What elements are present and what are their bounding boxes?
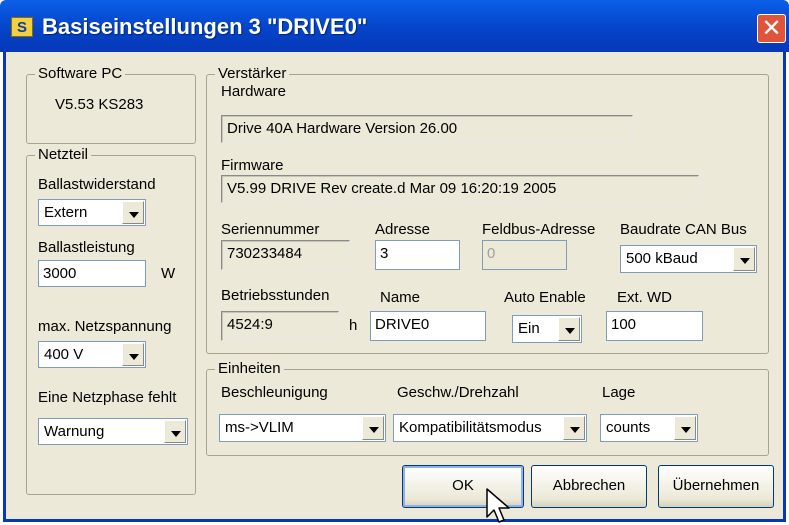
netzteil-title: Netzteil (35, 146, 92, 163)
auto-enable-value: Ein (518, 320, 540, 337)
chevron-down-icon[interactable] (122, 201, 144, 224)
baudrate-value: 500 kBaud (626, 250, 698, 267)
feldbus-label: Feldbus-Adresse (482, 221, 596, 238)
chevron-down-icon[interactable] (558, 317, 580, 341)
close-icon: ✕ (761, 14, 782, 42)
netzphase-label: Eine Netzphase fehlt (38, 389, 177, 406)
lage-select[interactable]: counts (600, 414, 698, 442)
mouse-cursor-icon (486, 488, 510, 523)
app-icon: S (11, 17, 33, 37)
ballastleistung-input[interactable]: 3000 (38, 260, 146, 287)
dialog-body: Software PC V5.53 KS283 Netzteil Ballast… (3, 52, 786, 522)
beschleunigung-select[interactable]: ms->VLIM (219, 414, 386, 442)
hardware-label: Hardware (221, 83, 287, 100)
netzphase-value: Warnung (44, 423, 105, 440)
betriebsstunden-label: Betriebsstunden (221, 287, 330, 304)
window-title: Basiseinstellungen 3 "DRIVE0" (42, 14, 368, 39)
chevron-down-icon[interactable] (164, 420, 186, 443)
baudrate-label: Baudrate CAN Bus (620, 221, 747, 238)
netzteil-group: Netzteil Ballastwiderstand Extern Ballas… (26, 146, 196, 495)
auto-enable-select[interactable]: Ein (512, 315, 582, 343)
ext-wd-label: Ext. WD (617, 289, 672, 306)
ballastwiderstand-select[interactable]: Extern (38, 199, 146, 226)
software-pc-group: Software PC V5.53 KS283 (26, 65, 196, 144)
einheiten-group: Einheiten Beschleunigung ms->VLIM Geschw… (206, 360, 769, 456)
verstaerker-group: Verstärker Hardware Drive 40A Hardware V… (206, 65, 769, 354)
lage-value: counts (606, 419, 651, 436)
betriebsstunden-unit: h (349, 317, 358, 334)
feldbus-input[interactable]: 0 (482, 240, 567, 270)
name-input[interactable]: DRIVE0 (370, 311, 486, 341)
uebernehmen-button[interactable]: Übernehmen (658, 465, 774, 508)
beschleunigung-value: ms->VLIM (225, 419, 294, 436)
seriennummer-value: 730233484 (221, 240, 350, 270)
adresse-label: Adresse (375, 221, 431, 238)
software-version: V5.53 KS283 (55, 96, 144, 113)
geschw-label: Geschw./Drehzahl (397, 384, 519, 401)
firmware-value: V5.99 DRIVE Rev create.d Mar 09 16:20:19… (221, 175, 699, 203)
dialog-window: S Basiseinstellungen 3 "DRIVE0" ✕ Softwa… (0, 0, 789, 525)
ballastleistung-label: Ballastleistung (38, 239, 135, 256)
chevron-down-icon[interactable] (122, 343, 144, 366)
title-bar[interactable]: S Basiseinstellungen 3 "DRIVE0" ✕ (0, 0, 789, 52)
adresse-input[interactable]: 3 (375, 240, 460, 270)
verstaerker-title: Verstärker (215, 65, 290, 82)
hardware-value: Drive 40A Hardware Version 26.00 (221, 115, 633, 143)
einheiten-title: Einheiten (215, 360, 284, 377)
chevron-down-icon[interactable] (362, 416, 384, 440)
netzspannung-label: max. Netzspannung (38, 318, 172, 335)
ballastleistung-unit: W (161, 265, 176, 282)
geschw-value: Kompatibilitätsmodus (399, 419, 542, 436)
ballastwiderstand-label: Ballastwiderstand (38, 176, 156, 193)
abbrechen-button[interactable]: Abbrechen (531, 465, 647, 508)
ext-wd-input[interactable]: 100 (606, 311, 703, 341)
software-pc-title: Software PC (35, 65, 126, 82)
lage-label: Lage (602, 384, 636, 401)
chevron-down-icon[interactable] (563, 416, 585, 440)
close-button[interactable]: ✕ (757, 14, 786, 43)
auto-enable-label: Auto Enable (504, 289, 586, 306)
firmware-label: Firmware (221, 157, 284, 174)
netzspannung-value: 400 V (44, 346, 84, 363)
netzphase-select[interactable]: Warnung (38, 418, 188, 445)
seriennummer-label: Seriennummer (221, 221, 320, 238)
chevron-down-icon[interactable] (733, 247, 755, 271)
chevron-down-icon[interactable] (674, 416, 696, 440)
name-label: Name (380, 289, 421, 306)
ballastwiderstand-value: Extern (44, 204, 88, 221)
netzspannung-select[interactable]: 400 V (38, 341, 146, 368)
geschw-select[interactable]: Kompatibilitätsmodus (393, 414, 587, 442)
baudrate-select[interactable]: 500 kBaud (620, 245, 757, 273)
beschleunigung-label: Beschleunigung (221, 384, 328, 401)
betriebsstunden-value: 4524:9 (221, 311, 339, 341)
